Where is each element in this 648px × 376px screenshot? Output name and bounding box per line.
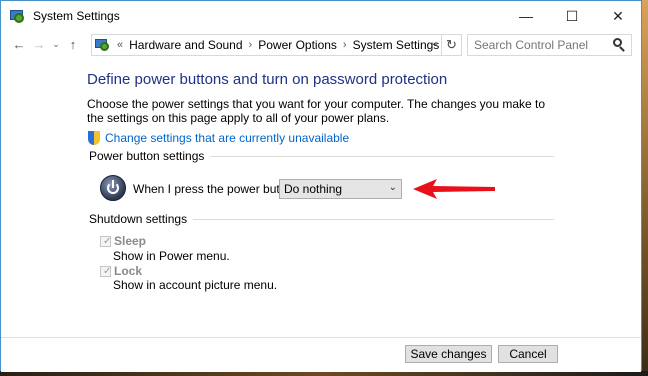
power-group-divider [191,156,554,157]
power-button-action-select[interactable]: Do nothing ⌄ [279,179,402,199]
breadcrumb-power-options[interactable]: Power Options [258,38,337,52]
power-group-title: Power button settings [89,149,211,163]
window-title: System Settings [33,9,120,23]
main-content: Define power buttons and turn on passwor… [87,71,557,145]
page-description: Choose the power settings that you want … [87,97,546,125]
recent-locations-button[interactable]: ⌄ [49,39,63,50]
change-settings-row: Change settings that are currently unava… [87,131,557,145]
lock-checkbox-row[interactable]: ✓ Lock [100,264,142,278]
chevron-down-icon: ⌄ [388,182,397,193]
forward-button[interactable]: → [29,37,49,52]
power-button-label: When I press the power button: [133,182,300,196]
lock-description: Show in account picture menu. [113,278,278,292]
search-placeholder: Search Control Panel [474,38,589,52]
sleep-checkbox-row[interactable]: ✓ Sleep [100,234,146,248]
power-icon [100,175,126,201]
minimize-button[interactable]: — [503,1,549,31]
title-bar: System Settings — ☐ ✕ [1,1,641,31]
maximize-button[interactable]: ☐ [549,1,595,31]
footer-bar: Save changes Cancel [1,337,641,372]
breadcrumb-separator[interactable]: › [249,39,253,51]
search-icon[interactable] [612,38,626,52]
close-button[interactable]: ✕ [595,1,641,31]
shutdown-group-divider [173,219,554,220]
uac-shield-icon [87,131,101,145]
lock-label: Lock [114,264,143,278]
back-button[interactable]: ← [9,37,29,52]
cancel-button[interactable]: Cancel [498,345,558,363]
sleep-checkbox[interactable]: ✓ [100,235,111,247]
change-settings-link[interactable]: Change settings that are currently unava… [105,131,349,145]
address-row: ← → ⌄ ↑ « Hardware and Sound › Power Opt… [1,31,641,57]
window-controls: — ☐ ✕ [503,1,641,31]
breadcrumb-separator[interactable]: › [343,39,347,51]
shutdown-group-title: Shutdown settings [89,212,194,226]
save-changes-button[interactable]: Save changes [405,345,492,363]
address-dropdown-button[interactable]: ⌄ [431,38,439,49]
system-settings-window: System Settings — ☐ ✕ ← → ⌄ ↑ « Hardware… [0,0,642,372]
up-button[interactable]: ↑ [63,37,83,52]
address-bar[interactable]: « Hardware and Sound › Power Options › S… [91,34,462,56]
annotation-arrow-icon [413,179,495,199]
lock-checkbox[interactable]: ✓ [100,265,111,277]
control-panel-icon [9,8,25,24]
sleep-label: Sleep [114,234,147,248]
sleep-description: Show in Power menu. [113,249,230,263]
page-title: Define power buttons and turn on passwor… [87,71,448,88]
power-button-selected-value: Do nothing [284,182,343,196]
desktop-background-edge [642,0,648,376]
search-input[interactable]: Search Control Panel [467,34,632,56]
breadcrumb-hardware-and-sound[interactable]: Hardware and Sound [129,38,242,52]
refresh-button[interactable]: ↻ [441,35,461,55]
breadcrumb-overflow[interactable]: « [117,39,123,51]
control-panel-icon [95,38,111,52]
breadcrumb-system-settings[interactable]: System Settings [353,38,440,52]
